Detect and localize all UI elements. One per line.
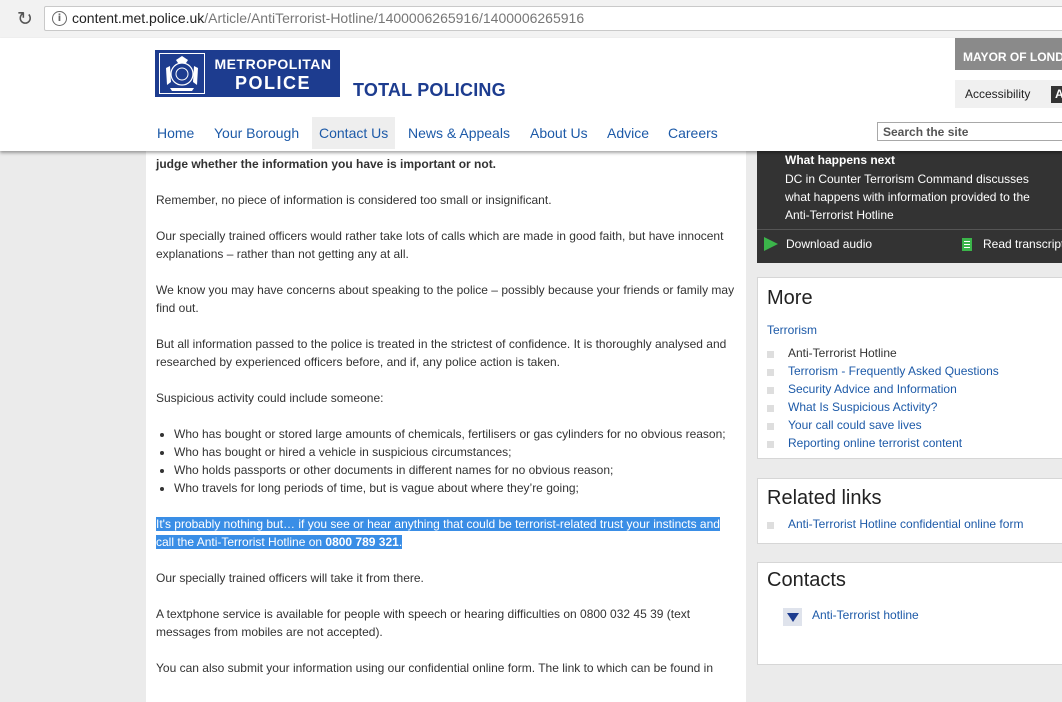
met-police-logo[interactable]: METROPOLITAN POLICE: [155, 50, 340, 97]
site-header: METROPOLITAN POLICE TOTAL POLICING MAYOR…: [0, 38, 1062, 151]
search-input[interactable]: [877, 122, 1062, 141]
article-paragraph: Our specially trained officers would rat…: [156, 229, 724, 261]
hotline-callout: It's probably nothing but… if you see or…: [156, 515, 736, 551]
expand-toggle[interactable]: [783, 608, 802, 626]
media-description: DC in Counter Terrorism Command discusse…: [785, 172, 1030, 222]
list-item: What Is Suspicious Activity?: [767, 398, 999, 416]
nav-your-borough[interactable]: Your Borough: [207, 117, 306, 149]
more-title: More: [767, 287, 813, 309]
related-links-panel: Related links Anti-Terrorist Hotline con…: [757, 478, 1062, 544]
related-links-list: Anti-Terrorist Hotline confidential onli…: [767, 515, 1023, 533]
reload-icon[interactable]: ↻: [14, 8, 36, 30]
browser-toolbar: ↻ i content.met.police.uk/Article/AntiTe…: [0, 0, 1062, 39]
suspicious-activity-link[interactable]: What Is Suspicious Activity?: [788, 400, 937, 414]
square-bullet-icon: [767, 441, 774, 448]
article-paragraph: Suspicious activity could include someon…: [156, 391, 384, 405]
selected-text[interactable]: It's probably nothing but… if you see or…: [156, 517, 720, 549]
list-item: Who has bought or stored large amounts o…: [174, 425, 736, 443]
current-page-label: Anti-Terrorist Hotline: [788, 346, 897, 360]
mayor-of-london-banner[interactable]: MAYOR OF LONDON: [955, 38, 1062, 70]
info-icon[interactable]: i: [52, 11, 67, 26]
article-lead: judge whether the information you have i…: [156, 157, 497, 171]
accessibility-bar: Accessibility A: [955, 80, 1062, 108]
accessibility-link[interactable]: Accessibility: [965, 87, 1030, 101]
tagline: TOTAL POLICING: [353, 80, 506, 100]
list-item: Who travels for long periods of time, bu…: [174, 479, 736, 497]
nav-careers[interactable]: Careers: [661, 117, 725, 149]
nav-about-us[interactable]: About Us: [523, 117, 595, 149]
document-icon: [962, 238, 972, 251]
terrorism-faq-link[interactable]: Terrorism - Frequently Asked Questions: [788, 364, 999, 378]
url-path: /Article/AntiTerrorist-Hotline/140000626…: [204, 10, 585, 26]
anti-terrorist-hotline-contact-link[interactable]: Anti-Terrorist hotline: [812, 608, 919, 622]
more-list: Anti-Terrorist Hotline Terrorism - Frequ…: [767, 344, 999, 452]
list-item: Your call could save lives: [767, 416, 999, 434]
text-size-button[interactable]: A: [1051, 86, 1062, 103]
article-paragraph: We know you may have concerns about spea…: [156, 283, 735, 315]
hotline-number[interactable]: 0800 789 321: [325, 535, 399, 549]
logo-text-metropolitan: METROPOLITAN: [214, 56, 332, 72]
list-item: Security Advice and Information: [767, 380, 999, 398]
security-advice-link[interactable]: Security Advice and Information: [788, 382, 957, 396]
nav-contact-us[interactable]: Contact Us: [312, 117, 396, 149]
url-text[interactable]: content.met.police.uk/Article/AntiTerror…: [72, 7, 584, 30]
suspicious-activity-list: Who has bought or stored large amounts o…: [156, 425, 736, 497]
list-item: Reporting online terrorist content: [767, 434, 999, 452]
article-paragraph: But all information passed to the police…: [156, 337, 727, 369]
divider: [757, 229, 1062, 230]
save-lives-link[interactable]: Your call could save lives: [788, 418, 922, 432]
nav-news-appeals[interactable]: News & Appeals: [401, 117, 517, 149]
list-item: Who holds passports or other documents i…: [174, 461, 736, 479]
crest-icon: [159, 53, 205, 94]
contacts-panel: Contacts Anti-Terrorist hotline: [757, 562, 1062, 665]
media-title: What happens next: [785, 153, 896, 167]
square-bullet-icon: [767, 351, 774, 358]
square-bullet-icon: [767, 369, 774, 376]
nav-advice[interactable]: Advice: [600, 117, 656, 149]
article-paragraph: Our specially trained officers will take…: [156, 571, 424, 585]
more-panel: More Terrorism Anti-Terrorist Hotline Te…: [757, 277, 1062, 459]
square-bullet-icon: [767, 423, 774, 430]
terrorism-category-link[interactable]: Terrorism: [767, 323, 817, 337]
nav-home[interactable]: Home: [150, 117, 201, 149]
address-bar[interactable]: i content.met.police.uk/Article/AntiTerr…: [44, 6, 1062, 31]
download-audio-label: Download audio: [786, 237, 873, 251]
report-online-content-link[interactable]: Reporting online terrorist content: [788, 436, 962, 450]
article-body: judge whether the information you have i…: [156, 151, 736, 695]
list-item: Anti-Terrorist Hotline: [767, 344, 999, 362]
square-bullet-icon: [767, 522, 774, 529]
logo-text-police: POLICE: [234, 73, 311, 93]
square-bullet-icon: [767, 387, 774, 394]
square-bullet-icon: [767, 405, 774, 412]
selected-text-end[interactable]: .: [398, 535, 403, 549]
play-icon: [764, 237, 778, 251]
article-paragraph: Remember, no piece of information is con…: [156, 193, 552, 207]
article-paragraph: You can also submit your information usi…: [156, 661, 713, 675]
read-transcript-label: Read transcript: [983, 237, 1062, 251]
list-item: Who has bought or hired a vehicle in sus…: [174, 443, 736, 461]
related-links-title: Related links: [767, 487, 882, 509]
article-paragraph: A textphone service is available for peo…: [156, 607, 691, 639]
list-item: Terrorism - Frequently Asked Questions: [767, 362, 999, 380]
list-item: Anti-Terrorist Hotline confidential onli…: [767, 515, 1023, 533]
audio-media-box: What happens next DC in Counter Terroris…: [757, 151, 1062, 263]
online-form-link[interactable]: Anti-Terrorist Hotline confidential onli…: [788, 517, 1023, 531]
triangle-down-icon: [787, 613, 799, 622]
contacts-title: Contacts: [767, 569, 846, 591]
url-domain: content.met.police.uk: [72, 10, 205, 26]
main-content: judge whether the information you have i…: [146, 151, 746, 702]
